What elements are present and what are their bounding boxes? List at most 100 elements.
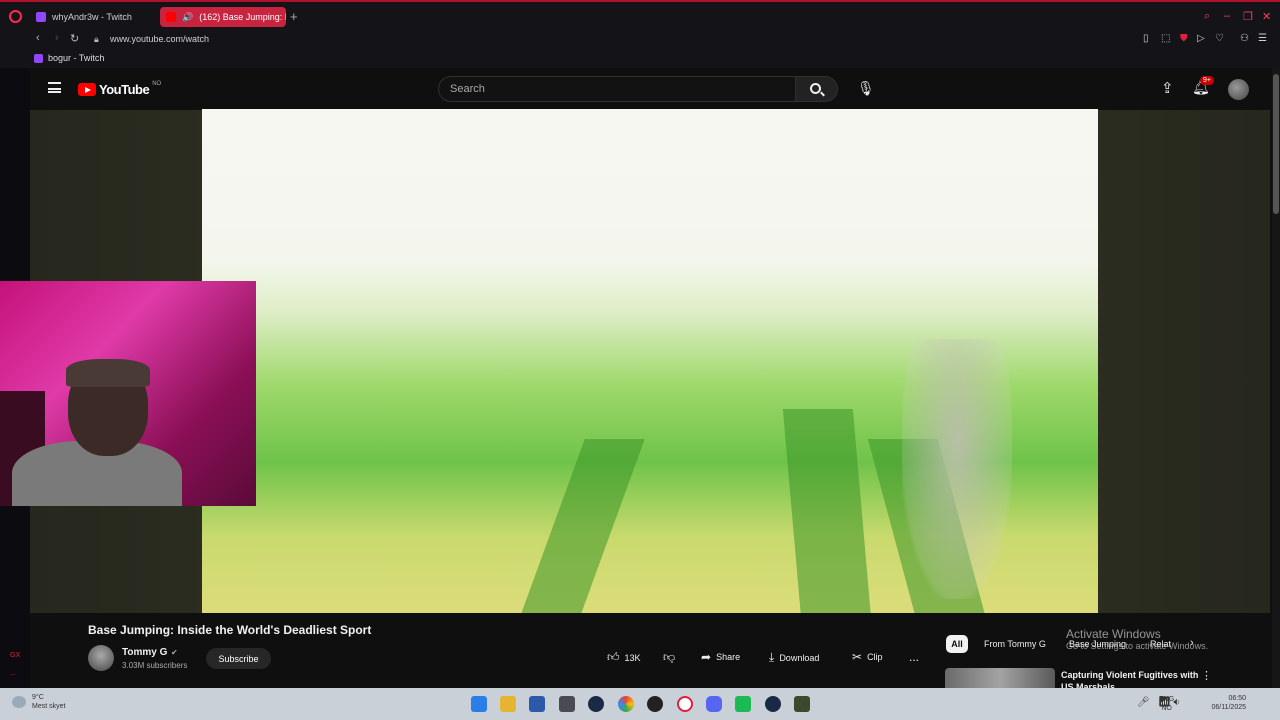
youtube-play-icon — [78, 83, 96, 96]
search-icon — [810, 83, 821, 94]
more-icon: ... — [909, 650, 920, 664]
windows-taskbar: 9°C Mest skyet 🎤︎ 📶︎ 🔉︎ ENG NO 06:50 06/… — [0, 688, 1280, 720]
vpn-shield-icon[interactable]: ⛊ — [1180, 33, 1188, 44]
lang-code: ENG — [1159, 696, 1175, 703]
opera-gx-icon[interactable] — [677, 696, 693, 712]
app-cube-icon[interactable] — [559, 696, 575, 712]
like-count: 13K — [624, 652, 641, 663]
steam-icon[interactable] — [588, 696, 604, 712]
hamburger-menu-icon[interactable] — [48, 82, 61, 93]
subscriber-count: 3.03M subscribers — [122, 661, 188, 670]
menu-icon[interactable]: ☰ — [1258, 33, 1267, 44]
tab-label: whyAndr3w - Twitch — [52, 12, 132, 22]
cloud-icon — [12, 696, 26, 708]
related-video-title[interactable]: Capturing Violent Fugitives with US Mars… — [1061, 669, 1201, 688]
back-icon[interactable]: ‹ — [36, 32, 40, 44]
search-tabs-icon[interactable]: ⌕ — [1204, 10, 1210, 23]
profile-icon[interactable]: ⚇ — [1240, 33, 1249, 44]
filter-chip-from-channel[interactable]: From Tommy G — [984, 639, 1046, 649]
clock-time: 06:50 — [1228, 695, 1246, 702]
download-button[interactable]: ⤓ Download — [769, 650, 819, 665]
url-field[interactable]: www.youtube.com/watch — [110, 34, 209, 44]
game-launcher-icon[interactable] — [647, 696, 663, 712]
video-person — [902, 339, 1012, 599]
new-tab-button[interactable]: + — [290, 9, 298, 24]
account-avatar[interactable] — [1228, 79, 1249, 100]
address-bar-row: ‹ › ↻ 🔒︎ www.youtube.com/watch ▯ ⬚ ⛊ ▷ ♡… — [0, 30, 1280, 50]
browser-tab-bar: whyAndr3w - Twitch 🔊 (162) Base Jumping:… — [0, 0, 1280, 30]
snapshot-icon[interactable]: ⬚ — [1161, 33, 1170, 44]
chrome-icon[interactable] — [618, 696, 634, 712]
steam-icon[interactable] — [765, 696, 781, 712]
dislike-button[interactable]: 👎︎ — [663, 650, 675, 665]
tab-twitch[interactable]: whyAndr3w - Twitch — [30, 7, 156, 27]
start-icon[interactable] — [471, 696, 487, 712]
close-button[interactable]: ✕ — [1262, 10, 1271, 23]
weather-widget[interactable]: 9°C Mest skyet — [12, 693, 65, 711]
clock-date: 06/11/2025 — [1211, 704, 1246, 711]
bookmarks-bar: bogur - Twitch — [0, 50, 1280, 68]
scissors-icon: ✂︎ — [852, 650, 863, 664]
filter-chip-all[interactable]: All — [946, 635, 968, 653]
channel-name[interactable]: Tommy G — [122, 647, 167, 658]
twitch-icon — [36, 12, 46, 22]
microphone-icon[interactable]: 🎙︎ — [857, 80, 875, 97]
download-icon: ⤓ — [769, 650, 775, 664]
minimize-button[interactable]: – — [1224, 10, 1230, 22]
tab-youtube-active[interactable]: 🔊 (162) Base Jumping: I — [160, 7, 286, 27]
forward-icon[interactable]: › — [55, 32, 59, 44]
reload-icon[interactable]: ↻ — [70, 32, 79, 45]
search-placeholder: Search — [450, 83, 485, 95]
more-actions-button[interactable]: ... — [909, 650, 919, 664]
related-video-thumbnail[interactable] — [945, 668, 1055, 688]
speaker-icon: 🔊 — [182, 11, 194, 22]
heart-icon[interactable]: ♡ — [1215, 33, 1224, 44]
youtube-icon — [166, 12, 176, 22]
search-input[interactable]: Search — [438, 76, 796, 102]
gx-label[interactable]: GX — [10, 652, 20, 659]
share-label: Share — [716, 652, 741, 662]
grass-shadow — [782, 409, 872, 613]
game-icon[interactable] — [794, 696, 810, 712]
bookmark-bogur[interactable]: bogur - Twitch — [34, 53, 104, 63]
video-player[interactable] — [202, 109, 1098, 613]
page-scrollbar[interactable] — [1272, 68, 1280, 688]
recording-app-icon[interactable] — [735, 696, 751, 712]
clip-button[interactable]: ✂︎ Clip — [852, 650, 883, 664]
share-button[interactable]: ➦ Share — [701, 650, 740, 664]
kebab-menu-icon[interactable]: ⋮ — [1201, 669, 1212, 682]
discord-icon[interactable] — [706, 696, 722, 712]
like-button[interactable]: 👍︎ 13K — [607, 650, 641, 665]
scrollbar-thumb[interactable] — [1273, 74, 1279, 214]
upload-icon[interactable]: ⇪ — [1161, 79, 1174, 97]
channel-avatar[interactable] — [88, 645, 114, 671]
subscribe-button[interactable]: Subscribe — [206, 648, 271, 669]
file-explorer-icon[interactable] — [500, 696, 516, 712]
tab-label: (162) Base Jumping: I — [199, 12, 286, 22]
clip-label: Clip — [867, 652, 883, 662]
watermark-line2: Go to Settings to activate Windows. — [1066, 641, 1209, 651]
video-title: Base Jumping: Inside the World's Deadlie… — [88, 623, 372, 637]
notification-badge: 9+ — [1200, 76, 1214, 85]
twitch-icon — [34, 53, 43, 63]
search-button[interactable] — [796, 76, 838, 102]
restore-button[interactable]: ❐ — [1243, 10, 1253, 23]
weather-temp: 9°C — [32, 694, 44, 701]
store-icon[interactable] — [529, 696, 545, 712]
weather-desc: Mest skyet — [32, 703, 66, 710]
player-icon[interactable]: ▷ — [1197, 33, 1205, 44]
bookmark-icon[interactable]: ▯ — [1143, 33, 1149, 44]
windows-activation-watermark: Activate Windows Go to Settings to activ… — [1066, 627, 1208, 651]
language-indicator[interactable]: ENG NO — [1159, 695, 1174, 713]
country-code: NO — [152, 80, 162, 87]
youtube-logo[interactable]: YouTube NO — [78, 80, 162, 97]
youtube-header: YouTube NO Search 🎙︎ ⇪ 🔔︎ 9+ — [30, 68, 1270, 110]
clock[interactable]: 06:50 06/11/2025 — [1211, 694, 1246, 712]
grass-shadow — [519, 439, 645, 613]
verified-icon: ✔︎ — [171, 648, 178, 657]
keyboard-code: NO — [1161, 705, 1172, 712]
sidebar-more-icon[interactable]: ... — [10, 670, 16, 677]
opera-gx-logo[interactable] — [9, 10, 22, 23]
thumbs-down-icon: 👎︎ — [663, 650, 676, 664]
logo-text: YouTube — [99, 82, 150, 97]
